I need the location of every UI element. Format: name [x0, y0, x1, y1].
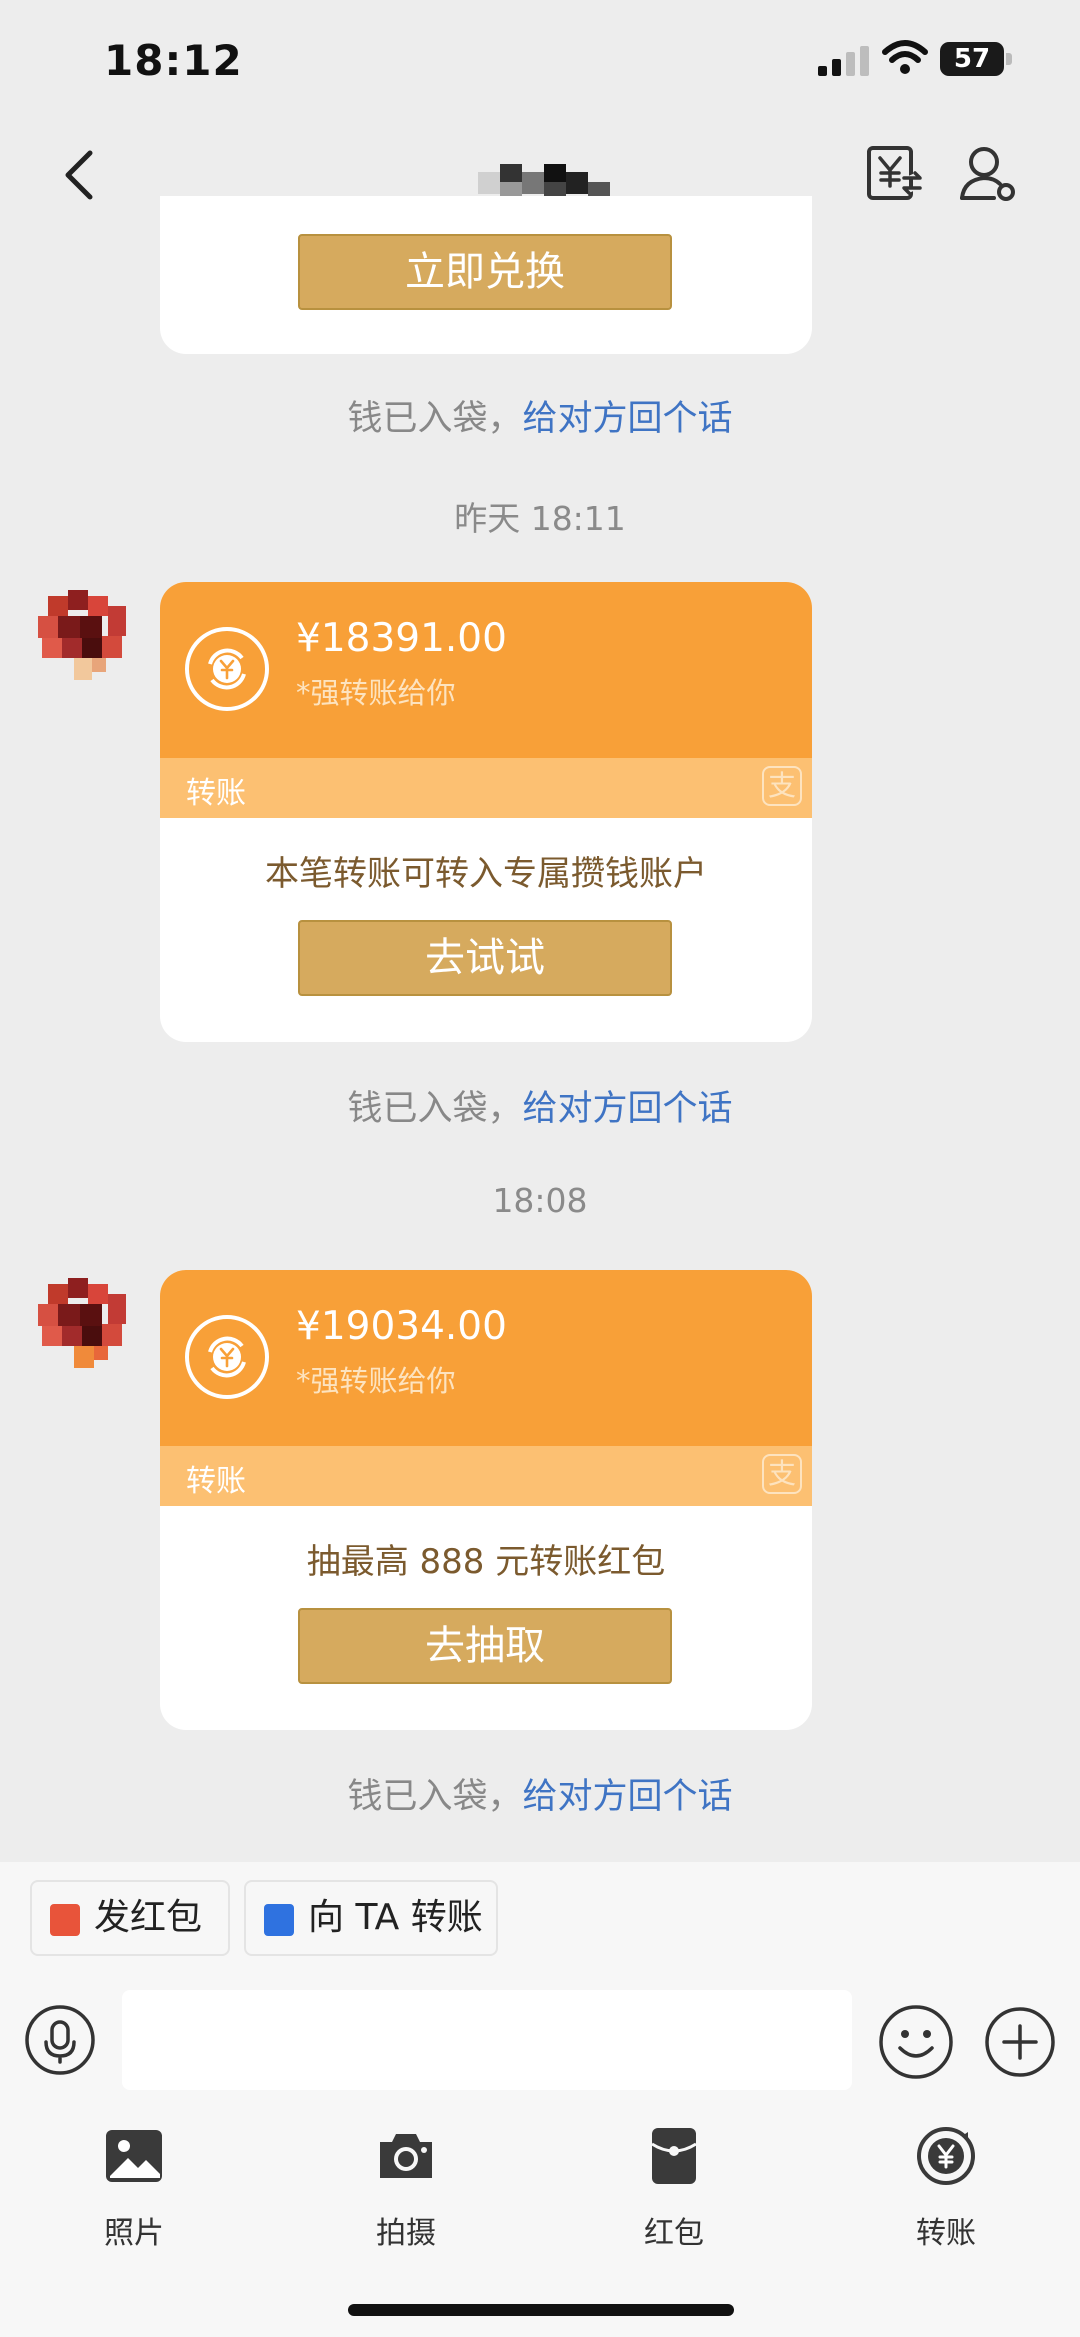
- received-text: 钱已入袋，: [347, 399, 523, 439]
- reply-link[interactable]: 给对方回个话: [523, 399, 733, 439]
- transfer-subtitle: *强转账给你: [296, 1364, 456, 1398]
- draw-button[interactable]: 去抽取: [298, 1608, 672, 1684]
- contact-settings-icon[interactable]: [958, 142, 1020, 204]
- tray-label: 红包: [644, 2216, 704, 2251]
- promo-text: 抽最高 888 元转账红包: [306, 1542, 666, 1582]
- tray-label: 转账: [916, 2216, 976, 2251]
- reply-link[interactable]: 给对方回个话: [523, 1777, 733, 1817]
- transfer-yuan-icon: [185, 627, 269, 711]
- wifi-icon: [882, 40, 928, 74]
- tray-label: 拍摄: [376, 2216, 436, 2251]
- alipay-logo-icon: 支: [762, 1454, 802, 1494]
- chip-label: 发红包: [94, 1897, 203, 1938]
- transfer-amount: ¥18391.00: [296, 616, 507, 661]
- battery-icon: 57: [940, 42, 1014, 78]
- message-time: 18:08: [492, 1181, 588, 1220]
- alipay-logo-icon: 支: [762, 766, 802, 806]
- transfer-subtitle: *强转账给你: [296, 676, 456, 710]
- tray-label: 照片: [104, 2216, 164, 2251]
- avatar[interactable]: [34, 1276, 130, 1388]
- transfer-to-ta-chip[interactable]: 向 TA 转账: [244, 1880, 498, 1956]
- message-input[interactable]: [122, 1990, 852, 2090]
- received-text: 钱已入袋，: [347, 1777, 523, 1817]
- transfer-label: 转账: [186, 1464, 246, 1499]
- plus-icon[interactable]: [984, 2006, 1056, 2078]
- transfer-icon: [264, 1904, 294, 1936]
- tray-photo[interactable]: 照片: [64, 2126, 204, 2252]
- tray-transfer[interactable]: 转账: [876, 2126, 1016, 2252]
- promo-text: 本笔转账可转入专属攒钱账户: [265, 854, 707, 894]
- chip-label: 向 TA 转账: [308, 1897, 483, 1938]
- photo-icon: [106, 2130, 162, 2182]
- message-time: 昨天 18:11: [454, 499, 626, 538]
- tray-red-packet[interactable]: 红包: [604, 2126, 744, 2252]
- transfer-card[interactable]: ¥19034.00 *强转账给你 转账 支 抽最高 888 元转账红包 去抽取: [160, 1270, 812, 1730]
- home-indicator: [348, 2304, 734, 2316]
- transfer-icon: [917, 2127, 975, 2185]
- tray-camera[interactable]: 拍摄: [336, 2126, 476, 2252]
- red-packet-icon: [50, 1904, 80, 1936]
- transfer-yuan-icon: [185, 1315, 269, 1399]
- camera-icon: [380, 2134, 432, 2178]
- transfer-history-icon[interactable]: [866, 142, 924, 204]
- battery-level: 57: [953, 44, 991, 74]
- voice-icon[interactable]: [24, 2004, 96, 2076]
- previous-transfer-card: 立即兑换: [160, 196, 812, 354]
- reply-link[interactable]: 给对方回个话: [523, 1089, 733, 1129]
- back-icon[interactable]: [60, 145, 100, 205]
- emoji-icon[interactable]: [878, 2004, 954, 2080]
- send-red-packet-chip[interactable]: 发红包: [30, 1880, 230, 1956]
- transfer-card[interactable]: ¥18391.00 *强转账给你 转账 支 本笔转账可转入专属攒钱账户 去试试: [160, 582, 812, 1042]
- signal-icon: [818, 46, 869, 76]
- system-note: 钱已入袋，给对方回个话: [0, 1080, 1080, 1131]
- avatar[interactable]: [34, 588, 130, 700]
- transfer-amount: ¥19034.00: [296, 1304, 507, 1349]
- transfer-label: 转账: [186, 776, 246, 811]
- system-note: 钱已入袋，给对方回个话: [0, 1768, 1080, 1819]
- received-text: 钱已入袋，: [347, 1089, 523, 1129]
- system-note: 钱已入袋，给对方回个话: [0, 390, 1080, 441]
- red-packet-icon: [651, 2128, 697, 2184]
- redeem-button[interactable]: 立即兑换: [298, 234, 672, 310]
- try-button[interactable]: 去试试: [298, 920, 672, 996]
- status-time: 18:12: [104, 36, 243, 85]
